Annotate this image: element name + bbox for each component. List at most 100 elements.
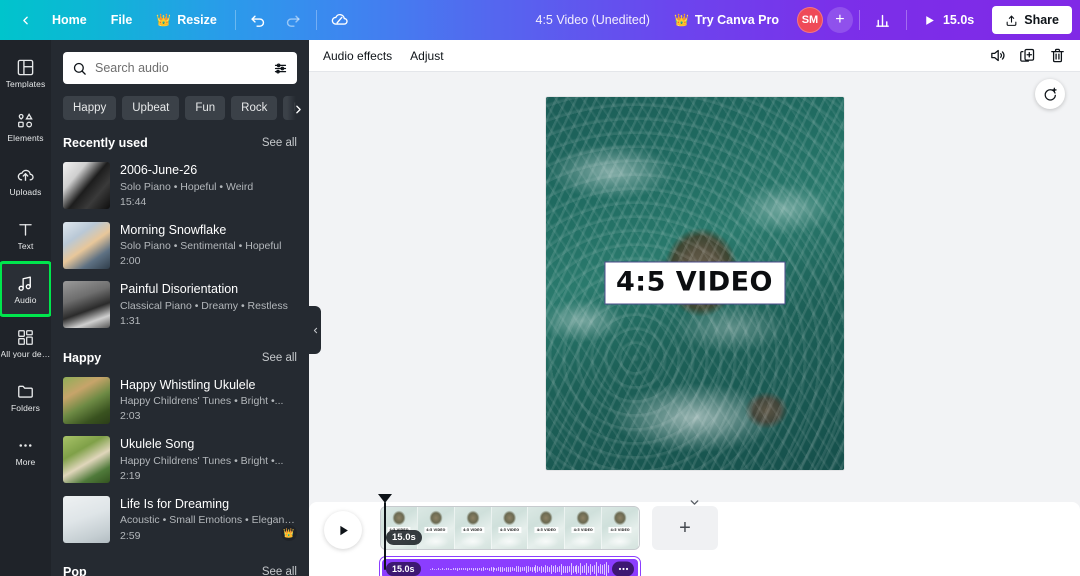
uploads-cloud-icon xyxy=(17,169,34,181)
try-canva-pro-label: Try Canva Pro xyxy=(694,13,779,27)
sidebar-label-folders: Folders xyxy=(10,403,41,413)
playhead-line xyxy=(384,502,386,570)
track-thumbnail xyxy=(63,221,110,269)
list-item[interactable]: Morning Snowflake Solo Piano • Sentiment… xyxy=(51,216,309,276)
video-frame-label: 4:5 VIDEO xyxy=(461,526,485,533)
sidebar-label-elements: Elements xyxy=(7,133,44,143)
crown-icon: 👑 xyxy=(673,13,689,27)
animate-button[interactable] xyxy=(1035,79,1065,109)
more-dots-icon xyxy=(19,443,32,447)
share-label: Share xyxy=(1024,13,1059,27)
track-name: Happy Whistling Ukulele xyxy=(120,377,256,392)
video-clip-duration-badge: 15.0s xyxy=(386,530,422,545)
filter-sliders-icon[interactable] xyxy=(273,61,288,76)
video-frame-thumb: 4:5 VIDEO xyxy=(528,507,566,549)
resize-label: Resize xyxy=(177,13,217,27)
volume-button[interactable] xyxy=(988,47,1006,65)
video-clip[interactable]: 4:5 VIDEO 4:5 VIDEO 4:5 VIDEO 4:5 VIDEO … xyxy=(380,506,640,550)
list-item[interactable]: Life Is for Dreaming Acoustic • Small Em… xyxy=(51,490,309,550)
redo-button[interactable] xyxy=(278,6,308,34)
sidebar-item-templates[interactable]: Templates xyxy=(0,46,51,100)
chip-fun[interactable]: Fun xyxy=(185,96,226,120)
list-item[interactable]: Happy Whistling Ukulele Happy Childrens'… xyxy=(51,371,309,431)
see-all-pop[interactable]: See all xyxy=(262,566,297,576)
left-tool-rail: Templates Elements Uploads Text Audio Al… xyxy=(0,40,52,576)
sidebar-label-templates: Templates xyxy=(5,79,46,89)
cloud-save-status-button[interactable] xyxy=(325,6,355,34)
add-collaborator-button[interactable]: + xyxy=(826,7,853,33)
resize-button[interactable]: 👑 Resize xyxy=(146,6,227,34)
timeline-play-button[interactable] xyxy=(324,511,362,549)
chips-scroll-next-button[interactable] xyxy=(287,96,309,120)
playhead-marker[interactable] xyxy=(378,494,392,503)
avatar[interactable]: SM xyxy=(796,7,823,33)
header-divider-2 xyxy=(315,10,317,30)
document-title[interactable]: 4:5 Video (Unedited) xyxy=(524,13,662,27)
list-item[interactable]: Ukulele Song Happy Childrens' Tunes • Br… xyxy=(51,430,309,490)
track-thumbnail xyxy=(63,436,110,484)
design-canvas[interactable]: 4:5 VIDEO xyxy=(545,96,844,470)
crown-icon: 👑 xyxy=(156,13,172,27)
filter-chips-row: Happy Upbeat Fun Rock Birthday xyxy=(51,84,309,120)
track-meta: Happy Childrens' Tunes • Bright •... xyxy=(120,454,284,467)
sidebar-item-text[interactable]: Text xyxy=(0,208,51,262)
sidebar-item-folders[interactable]: Folders xyxy=(0,370,51,424)
selection-toolbar: Audio effects Adjust xyxy=(309,40,1080,72)
chip-rock[interactable]: Rock xyxy=(231,96,278,120)
try-canva-pro-button[interactable]: 👑 Try Canva Pro xyxy=(664,6,789,34)
share-button[interactable]: Share xyxy=(992,6,1072,34)
canva-editor-window: Home File 👑 Resize 4:5 Video (Unedited) xyxy=(0,0,1080,576)
sidebar-item-all-your-designs[interactable]: All your desi... xyxy=(0,316,51,370)
chevron-right-icon xyxy=(295,105,301,114)
canvas-text-element[interactable]: 4:5 VIDEO xyxy=(603,261,786,305)
home-label: Home xyxy=(52,13,87,27)
audio-clip-duration-badge: 15.0s xyxy=(386,562,421,576)
duplicate-icon xyxy=(1019,48,1034,62)
audio-effects-button[interactable]: Audio effects xyxy=(323,49,392,63)
chip-upbeat[interactable]: Upbeat xyxy=(122,96,180,120)
search-input[interactable] xyxy=(95,61,265,75)
track-thumbnail xyxy=(63,495,110,543)
search-box[interactable] xyxy=(63,52,297,84)
delete-button[interactable] xyxy=(1048,47,1066,65)
duplicate-button[interactable] xyxy=(1018,47,1036,65)
sidebar-item-elements[interactable]: Elements xyxy=(0,100,51,154)
list-item[interactable]: Painful Disorientation Classical Piano •… xyxy=(51,275,309,335)
home-button[interactable]: Home xyxy=(42,6,97,34)
video-frame-label: 4:5 VIDEO xyxy=(424,526,448,533)
sidebar-label-uploads: Uploads xyxy=(9,187,42,197)
add-page-button[interactable]: + xyxy=(652,506,718,550)
video-frame-thumb: 4:5 VIDEO xyxy=(454,507,492,549)
sidebar-item-more[interactable]: More xyxy=(0,424,51,478)
text-icon xyxy=(19,223,32,236)
preview-play-button[interactable]: 15.0s xyxy=(913,13,984,27)
sidebar-label-text: Text xyxy=(17,241,34,251)
header-divider-3 xyxy=(858,10,860,30)
track-duration: 15:44 xyxy=(120,195,147,208)
panel-collapse-button[interactable] xyxy=(309,306,321,354)
section-header-recently-used: Recently used See all xyxy=(51,120,309,156)
video-frame-thumb: 4:5 VIDEO xyxy=(565,507,603,549)
sidebar-item-audio[interactable]: Audio xyxy=(0,261,52,317)
audio-clip[interactable]: 15.0s xyxy=(379,556,641,576)
see-all-happy[interactable]: See all xyxy=(262,352,297,364)
sidebar-label-all-your-designs: All your desi... xyxy=(0,349,51,359)
back-button[interactable] xyxy=(10,6,40,34)
audio-clip-menu-button[interactable] xyxy=(612,561,634,576)
adjust-button[interactable]: Adjust xyxy=(410,49,443,63)
sidebar-item-uploads[interactable]: Uploads xyxy=(0,154,51,208)
section-header-happy: Happy See all xyxy=(51,335,309,371)
video-frame-label: 4:5 VIDEO xyxy=(497,526,522,533)
track-meta: Solo Piano • Sentimental • Hopeful xyxy=(120,240,282,253)
chip-happy[interactable]: Happy xyxy=(63,96,117,120)
insights-button[interactable] xyxy=(868,6,898,34)
video-frame-label: 4:5 VIDEO xyxy=(608,526,632,533)
undo-button[interactable] xyxy=(244,6,274,34)
file-menu-button[interactable]: File xyxy=(101,6,143,34)
chevron-left-icon xyxy=(313,327,317,333)
search-section xyxy=(51,40,309,84)
track-name: 2006-June-26 xyxy=(120,163,198,177)
see-all-recently-used[interactable]: See all xyxy=(262,137,297,149)
list-item[interactable]: 2006-June-26 Solo Piano • Hopeful • Weir… xyxy=(51,156,309,216)
track-info: Happy Whistling Ukulele Happy Childrens'… xyxy=(120,377,297,425)
